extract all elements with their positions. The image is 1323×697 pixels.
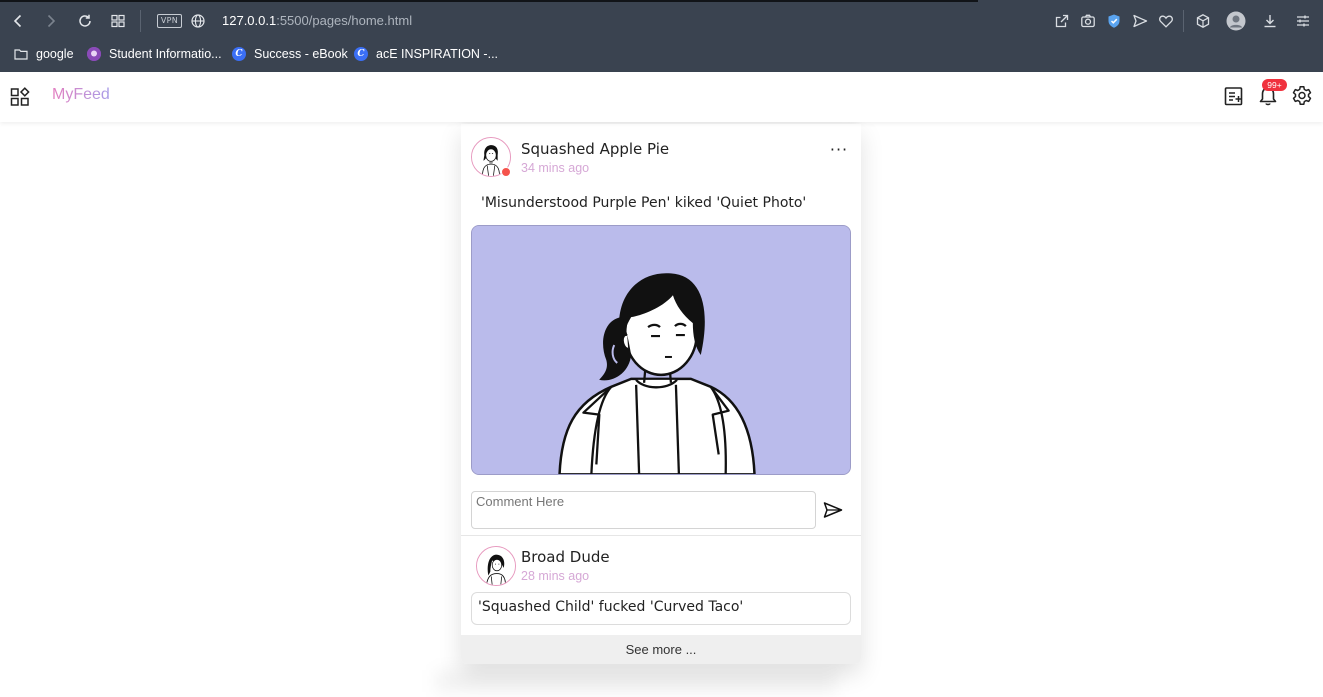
post-author-name[interactable]: Squashed Apple Pie (521, 140, 669, 158)
reload-icon[interactable] (75, 11, 95, 31)
address-bar[interactable]: 127.0.0.1:5500/pages/home.html (222, 13, 412, 28)
bookmark-label: google (36, 47, 74, 61)
avatar[interactable] (476, 546, 516, 586)
url-host: 127.0.0.1 (222, 13, 277, 28)
heart-icon[interactable] (1156, 11, 1176, 31)
bookmark-label: Student Informatio... (109, 47, 222, 61)
apps-grid-icon[interactable] (10, 87, 30, 107)
student-info-icon (87, 47, 101, 61)
forward-arrow-icon[interactable] (41, 11, 61, 31)
post-author-name[interactable]: Broad Dude (521, 548, 610, 566)
app-header: MyFeed 99+ (0, 72, 1323, 122)
url-path: :5500/pages/home.html (276, 13, 413, 28)
send-icon[interactable] (822, 499, 844, 521)
cube-icon[interactable] (1193, 11, 1213, 31)
tabs-grid-icon[interactable] (108, 11, 128, 31)
browser-toolbar: VPN 127.0.0.1:5500/pages/home.html (0, 2, 1323, 40)
back-arrow-icon[interactable] (8, 11, 28, 31)
bookmark-ace-inspiration[interactable]: C acE INSPIRATION -... (354, 45, 498, 63)
feed-shadow (436, 670, 836, 692)
comment-input[interactable] (471, 491, 816, 529)
bookmark-student-information[interactable]: Student Informatio... (87, 45, 222, 63)
toolbar-divider (140, 10, 141, 32)
post-text: 'Misunderstood Purple Pen' kiked 'Quiet … (481, 195, 807, 211)
folder-icon (14, 47, 28, 61)
send-arrow-icon[interactable] (1130, 11, 1150, 31)
bookmark-google[interactable]: google (14, 45, 74, 63)
post-timestamp: 34 mins ago (521, 161, 590, 175)
new-post-icon[interactable] (1223, 85, 1245, 107)
notification-badge: 99+ (1262, 79, 1287, 91)
menu-sliders-icon[interactable] (1293, 11, 1313, 31)
more-options-button[interactable]: ··· (827, 142, 851, 166)
share-icon[interactable] (1052, 11, 1072, 31)
feed-card: Squashed Apple Pie 34 mins ago ··· 'Misu… (461, 124, 861, 664)
vpn-badge[interactable]: VPN (157, 14, 182, 28)
bookmarks-bar: google Student Informatio... C Success -… (0, 40, 1323, 68)
gear-icon[interactable] (1291, 85, 1313, 107)
brand-logo[interactable]: MyFeed (52, 86, 110, 104)
camera-icon[interactable] (1078, 11, 1098, 31)
globe-icon[interactable] (188, 11, 208, 31)
post-timestamp: 28 mins ago (521, 569, 590, 583)
post-card: Squashed Apple Pie 34 mins ago ··· 'Misu… (461, 124, 861, 536)
browser-chrome: VPN 127.0.0.1:5500/pages/home.html googl… (0, 0, 1323, 72)
toolbar-divider (1183, 10, 1184, 32)
download-icon[interactable] (1260, 11, 1280, 31)
shield-icon[interactable] (1104, 11, 1124, 31)
c-logo-icon: C (354, 47, 368, 61)
post-text: 'Squashed Child' fucked 'Curved Taco' (471, 592, 851, 625)
bookmark-label: acE INSPIRATION -... (376, 47, 499, 61)
bookmark-success-ebook[interactable]: C Success - eBook (232, 45, 348, 63)
bookmark-label: Success - eBook (254, 47, 348, 61)
post-image[interactable] (471, 225, 851, 475)
see-more-button[interactable]: See more ... (461, 635, 861, 664)
profile-avatar-icon[interactable] (1226, 11, 1246, 31)
online-status-dot (501, 167, 511, 177)
c-logo-icon: C (232, 47, 246, 61)
